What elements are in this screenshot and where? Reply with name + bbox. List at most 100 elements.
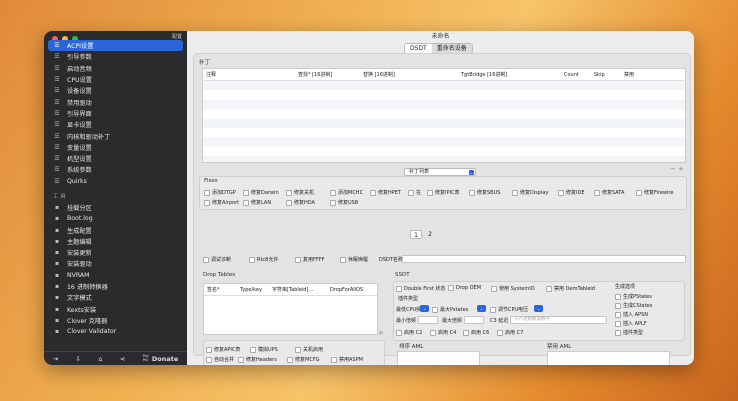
plugin-type-checkbox[interactable]: 插件类型 <box>615 329 643 336</box>
fix-checkbox[interactable]: 修复Firewire <box>636 189 673 196</box>
page-1-button[interactable]: 1 <box>410 230 422 239</box>
fix-checkbox[interactable]: 修复IPIC表 <box>427 189 459 196</box>
sidebar-item[interactable]: ☰ Quirks <box>48 176 183 187</box>
fix-checkbox[interactable]: 关机启用 <box>295 346 323 353</box>
fix-checkbox[interactable]: 修复APIC表 <box>206 346 240 353</box>
cpu-freq-checkbox[interactable]: 最大Pstates <box>432 306 468 313</box>
disabled-aml-list[interactable] <box>547 351 670 365</box>
fix-checkbox[interactable]: 修复IDE <box>558 189 584 196</box>
sidebar-item[interactable]: ▪ NVRAM <box>48 270 183 281</box>
sidebar-item[interactable]: ☰ 设备设置 <box>48 85 183 96</box>
double-first-state-checkbox[interactable]: Double First 状态 <box>396 285 445 292</box>
drop-tables-column-header[interactable]: 签名* <box>204 286 237 293</box>
sidebar-item[interactable]: ▪ 16 进制转换器 <box>48 281 183 292</box>
sidebar-item[interactable]: ▪ 主题编辑 <box>48 236 183 247</box>
sidebar-item[interactable]: ▪ 安装更新 <box>48 247 183 258</box>
patch-list-dropdown[interactable]: 补丁列表 ⌄ <box>404 168 476 176</box>
dsdt-name-input[interactable] <box>402 255 686 263</box>
sorted-aml-list[interactable] <box>397 351 480 365</box>
fix-checkbox[interactable]: 修复USB <box>330 199 358 206</box>
drop-tables-table[interactable]: 签名* Type/key 字符串[Tableid]... DropForAllOS <box>203 283 378 335</box>
max-multiplier-input[interactable] <box>464 316 484 324</box>
fix-checkbox[interactable]: 修复LAN <box>243 199 271 206</box>
voltage-stepper[interactable]: ⌄ <box>534 305 543 312</box>
enable-c6-checkbox[interactable]: 启用 C6 <box>463 329 489 336</box>
fix-checkbox[interactable]: 修复Darwin <box>243 189 279 196</box>
rtc8-checkbox[interactable]: Rtc8允许 <box>249 256 278 263</box>
sidebar-item[interactable]: ▪ 挂载分区 <box>48 202 183 213</box>
use-system-io-checkbox[interactable]: 使用 SystemIO <box>491 285 535 292</box>
patches-column-header[interactable]: TgtBridge [16进制] <box>458 71 561 78</box>
enable-c4-checkbox[interactable]: 启用 C4 <box>430 329 456 336</box>
c3-latency-input[interactable]: 十六进制数或数字 <box>510 316 607 324</box>
sidebar-item[interactable]: ▪ Kexts安装 <box>48 304 183 315</box>
fix-checkbox[interactable]: 修复Headers <box>238 356 277 363</box>
patches-column-header[interactable]: 替换 [16进制] <box>360 71 458 78</box>
fix-checkbox[interactable]: 修复HPET <box>370 189 401 196</box>
sidebar-item[interactable]: ▪ Clover Validator <box>48 326 183 337</box>
sidebar-item[interactable]: ☰ ACPI设置 <box>48 40 183 52</box>
drop-tables-column-header[interactable]: 字符串[Tableid]... <box>269 286 327 293</box>
share-icon[interactable]: ⋖ <box>120 355 125 363</box>
tab-dsdt[interactable]: DSDT <box>405 44 432 53</box>
patches-table[interactable]: 注释 查找* [16进制] 替换 [16进制] TgtBridge [16进制] Cou… <box>202 68 686 163</box>
gen-cstates-checkbox[interactable]: 生成CStates <box>615 302 652 309</box>
sidebar-item[interactable]: ☰ 显卡设置 <box>48 119 183 130</box>
sidebar-item[interactable]: ▪ 生成配置 <box>48 224 183 235</box>
enable-c2-checkbox[interactable]: 启用 C2 <box>396 329 422 336</box>
add-remove-patch-icon[interactable]: − + <box>670 165 684 173</box>
tab-rename-devices[interactable]: 重命名设备 <box>432 44 472 53</box>
page-2-button[interactable]: 2 <box>424 230 436 239</box>
patches-column-header[interactable]: 注释 <box>203 71 295 78</box>
donate-button[interactable]: Pay Pal Donate <box>143 354 179 362</box>
sidebar-item[interactable]: ☰ 系统参数 <box>48 164 183 175</box>
fix-checkbox[interactable]: 修复MCFG <box>287 356 320 363</box>
patches-column-header[interactable]: 查找* [16进制] <box>295 71 360 78</box>
debug-checkbox[interactable]: 调试诊断 <box>203 256 231 263</box>
sleep-wake-checkbox[interactable]: 休眠唤醒 <box>340 256 368 263</box>
drop-tables-column-header[interactable]: DropForAllOS <box>327 287 367 293</box>
patches-column-header[interactable]: 禁用 <box>621 71 651 78</box>
sidebar-item[interactable]: ▪ Clover 克隆器 <box>48 315 183 326</box>
sidebar-item[interactable]: ▪ 安装驱动 <box>48 258 183 269</box>
sidebar-item[interactable]: ☰ 引导参数 <box>48 51 183 62</box>
home-icon[interactable]: ⌂ <box>98 355 102 363</box>
pstate-stepper[interactable]: ⌄ <box>477 305 486 312</box>
import-icon[interactable]: ⇩ <box>76 355 81 363</box>
enable-c7-checkbox[interactable]: 启用 C7 <box>497 329 523 336</box>
sidebar-item[interactable]: ☰ 启动音频 <box>48 63 183 74</box>
fix-checkbox[interactable]: 自动合并 <box>206 356 234 363</box>
cpu-voltage-checkbox[interactable]: 调节CPU电压 <box>490 306 528 313</box>
sidebar-item[interactable]: ☰ 内核和驱动补丁 <box>48 130 183 141</box>
drop-tables-column-header[interactable]: Type/key <box>237 287 269 293</box>
fix-checkbox[interactable]: 添加MCHC <box>330 189 363 196</box>
patches-column-header[interactable]: Count <box>561 72 591 78</box>
fix-checkbox[interactable]: 修复HDA <box>286 199 315 206</box>
reuse-ffff-checkbox[interactable]: 复用FFFF <box>295 256 325 263</box>
fix-checkbox[interactable]: 禁用ASPM <box>331 356 363 363</box>
sidebar-item[interactable]: ☰ 机型设置 <box>48 153 183 164</box>
sidebar-item[interactable]: ☰ 引导界面 <box>48 108 183 119</box>
sidebar-item[interactable]: ▪ 文字模式 <box>48 292 183 303</box>
fix-checkbox[interactable]: 修复Airport <box>204 199 239 206</box>
sidebar-item[interactable]: ▪ Boot.log <box>48 213 183 224</box>
no-oem-table-id-checkbox[interactable]: 禁用 OemTableid <box>546 285 595 292</box>
export-icon[interactable]: ⇥ <box>53 355 58 363</box>
gen-pstates-checkbox[interactable]: 生成PStates <box>615 293 652 300</box>
fix-checkbox[interactable]: 修复Display <box>512 189 548 196</box>
fix-checkbox[interactable]: 修复SBUS <box>469 189 500 196</box>
add-aplf-checkbox[interactable]: 插入 APLF <box>615 320 647 327</box>
add-apsn-checkbox[interactable]: 插入 APSN <box>615 311 648 318</box>
min-multiplier-input[interactable] <box>418 316 438 324</box>
fix-checkbox[interactable]: 修复关机 <box>286 189 314 196</box>
fix-checkbox[interactable]: 修复SATA <box>594 189 624 196</box>
sidebar-item[interactable]: ☰ 变量设置 <box>48 142 183 153</box>
drop-oem-checkbox[interactable]: Drop OEM <box>448 285 481 291</box>
add-drop-table-icon[interactable]: + <box>378 329 384 337</box>
fix-checkbox[interactable]: 在 <box>408 189 421 196</box>
patches-column-header[interactable]: Skip <box>591 72 621 78</box>
sidebar-item[interactable]: ☰ CPU设置 <box>48 74 183 85</box>
fix-checkbox[interactable]: 添加DTGP <box>204 189 236 196</box>
cpu-bus-stepper[interactable]: ⌄ <box>420 305 429 312</box>
fix-checkbox[interactable]: 模拟UPS <box>250 346 278 353</box>
